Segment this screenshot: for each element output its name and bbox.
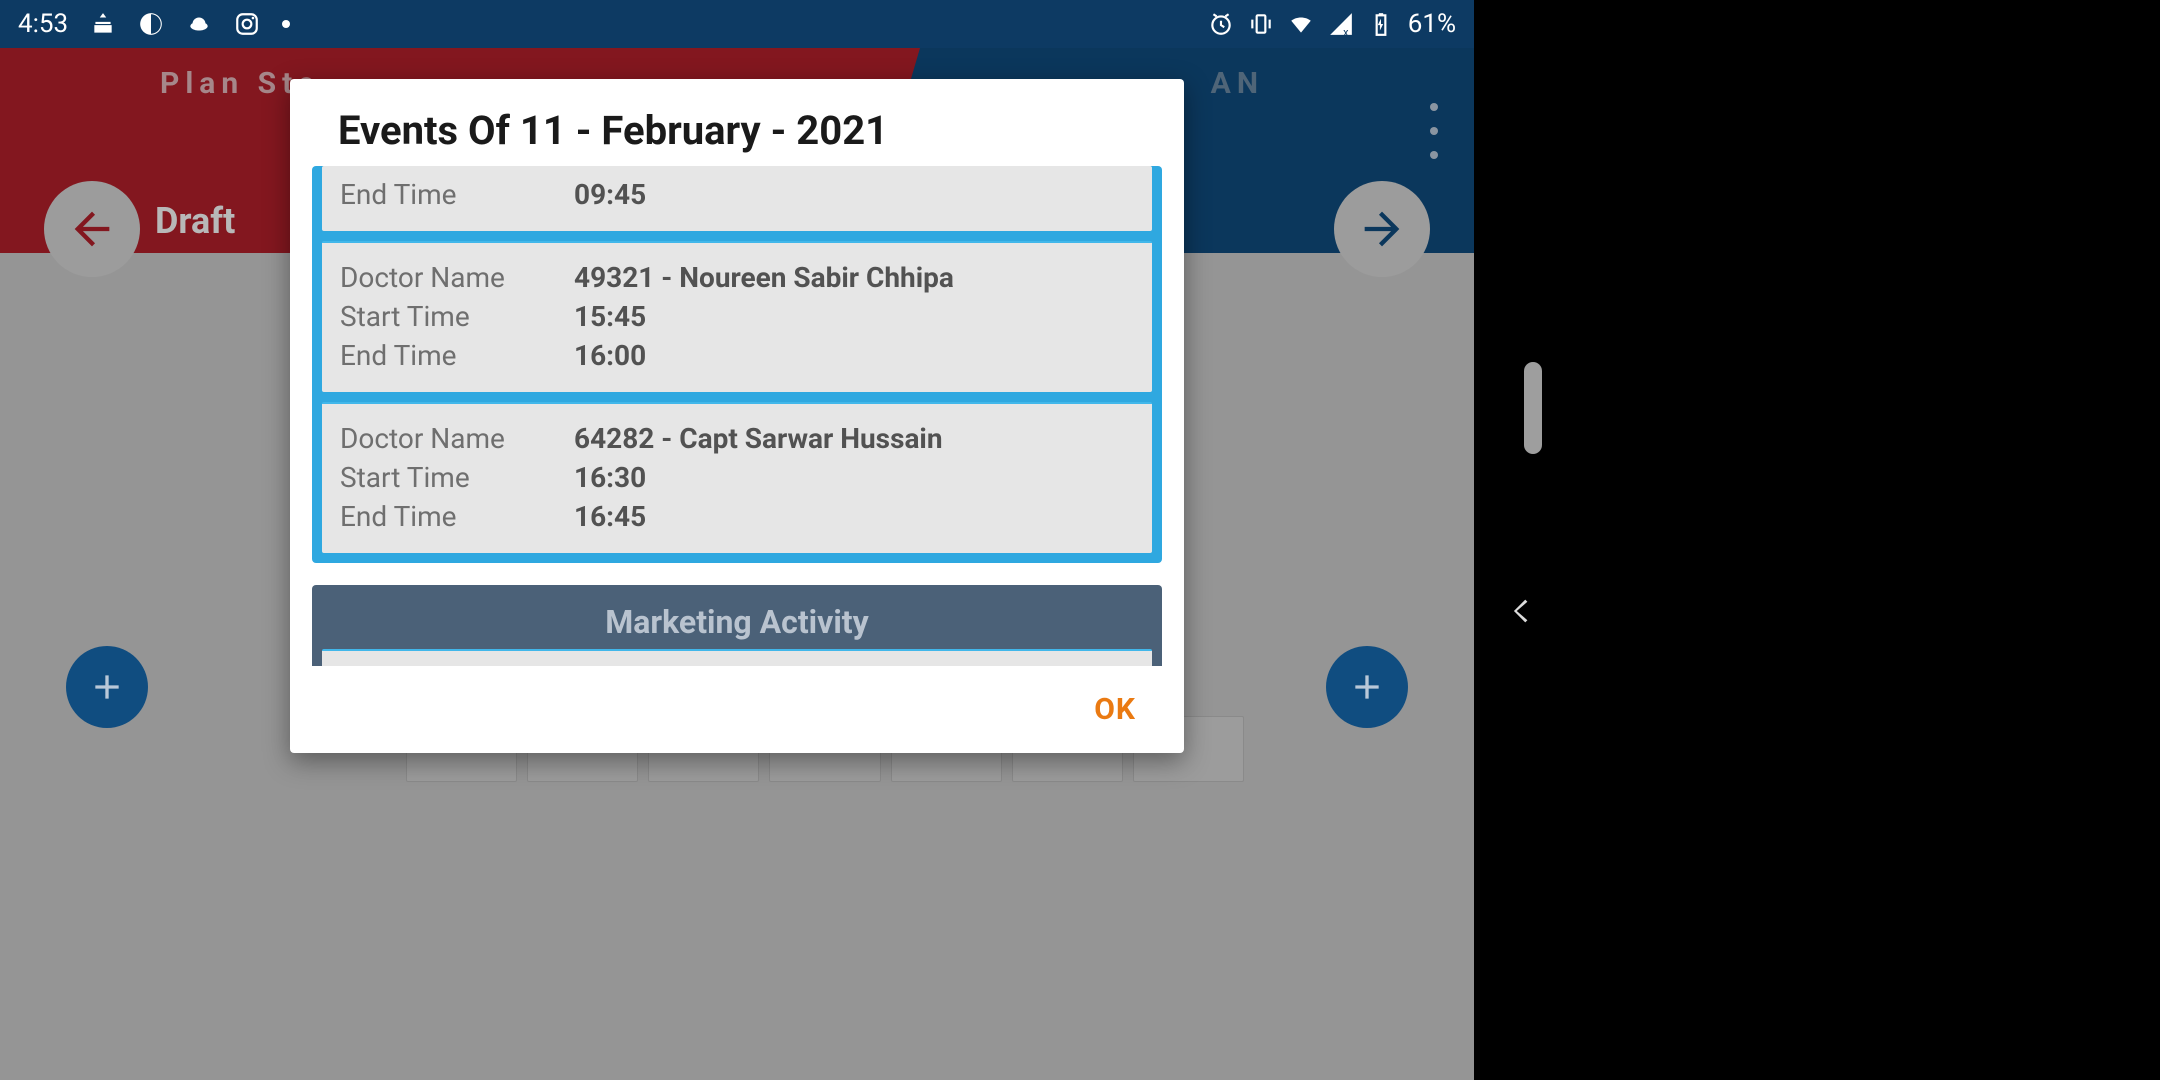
ok-button[interactable]: OK xyxy=(1094,692,1136,727)
doctor-name-value: 49321 - Noureen Sabir Chhipa xyxy=(574,261,954,294)
notification-dot-icon xyxy=(282,20,290,28)
plus-icon xyxy=(1347,667,1387,707)
end-time-label: End Time xyxy=(340,500,574,533)
scroll-indicator[interactable] xyxy=(1524,362,1542,454)
dialog-title: Events Of 11 - February - 2021 xyxy=(290,79,1184,166)
start-time-label: Start Time xyxy=(340,461,574,494)
start-time-value: 16:30 xyxy=(574,461,646,494)
events-dialog: Events Of 11 - February - 2021 End Time … xyxy=(290,79,1184,753)
alarm-icon xyxy=(1208,11,1234,37)
dialog-body[interactable]: End Time 09:45 Doctor Name 49321 - Noure… xyxy=(290,166,1184,666)
svg-text:x: x xyxy=(1343,26,1349,37)
event-card[interactable]: End Time 09:45 xyxy=(322,166,1152,231)
event-card[interactable]: Doctor Name 64282 - Capt Sarwar Hussain … xyxy=(322,402,1152,553)
vibrate-icon xyxy=(1248,11,1274,37)
dialog-actions: OK xyxy=(290,666,1184,753)
plus-icon xyxy=(87,667,127,707)
end-time-value: 16:00 xyxy=(574,339,646,372)
battery-percentage: 61% xyxy=(1408,9,1456,39)
end-time-value: 16:45 xyxy=(574,500,646,533)
start-time-value: 15:45 xyxy=(574,300,646,333)
system-nav-bar xyxy=(1474,0,2160,1080)
doctor-name-value: 64282 - Capt Sarwar Hussain xyxy=(574,422,943,455)
end-time-label: End Time xyxy=(340,178,574,211)
event-card[interactable]: Doctor Name 44003 - Abu Naeem Farooqui xyxy=(322,649,1152,666)
add-left-button[interactable] xyxy=(66,646,148,728)
mosque-icon xyxy=(90,11,116,37)
signal-icon: x xyxy=(1328,11,1354,37)
instagram-icon xyxy=(234,11,260,37)
wifi-icon xyxy=(1288,11,1314,37)
add-right-button[interactable] xyxy=(1326,646,1408,728)
marketing-section: Marketing Activity Doctor Name 44003 - A… xyxy=(312,585,1162,666)
reddit-icon xyxy=(186,11,212,37)
doctor-name-label: Doctor Name xyxy=(340,422,574,455)
event-card[interactable]: Doctor Name 49321 - Noureen Sabir Chhipa… xyxy=(322,241,1152,392)
status-time: 4:53 xyxy=(18,9,68,39)
app-icon xyxy=(138,11,164,37)
end-time-value: 09:45 xyxy=(574,178,646,211)
back-button[interactable] xyxy=(1504,594,1538,632)
marketing-header: Marketing Activity xyxy=(312,585,1162,649)
doctor-name-label: Doctor Name xyxy=(340,261,574,294)
end-time-label: End Time xyxy=(340,339,574,372)
battery-icon xyxy=(1368,11,1394,37)
events-section: End Time 09:45 Doctor Name 49321 - Noure… xyxy=(312,166,1162,563)
start-time-label: Start Time xyxy=(340,300,574,333)
status-bar: 4:53 x xyxy=(0,0,1474,48)
chevron-left-icon xyxy=(1504,594,1538,628)
